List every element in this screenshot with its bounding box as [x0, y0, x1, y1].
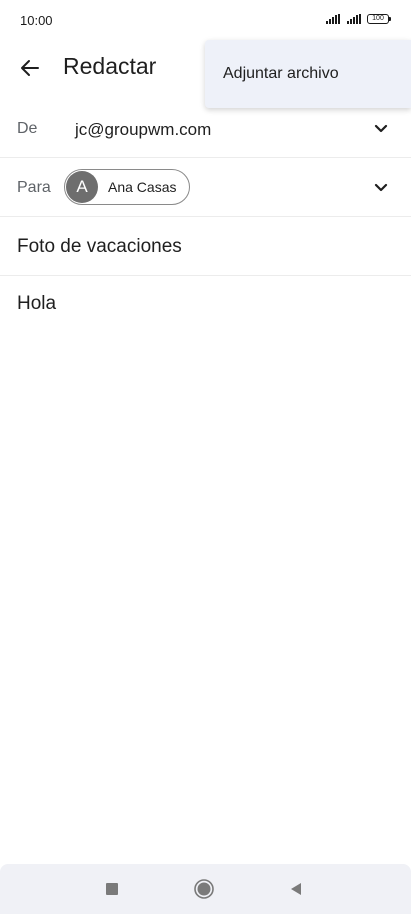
- from-row: De jc@groupwm.com: [0, 100, 411, 158]
- body-field[interactable]: Hola: [17, 293, 56, 315]
- battery-icon: 100: [367, 14, 391, 24]
- chevron-down-icon: [374, 183, 388, 192]
- recipient-name: Ana Casas: [108, 179, 177, 195]
- recents-button[interactable]: [100, 877, 124, 901]
- back-button[interactable]: [14, 52, 46, 84]
- to-expand-button[interactable]: [371, 178, 391, 198]
- signal-icon: [326, 14, 340, 24]
- recipient-chip[interactable]: A Ana Casas: [64, 169, 190, 205]
- status-icons: 100: [326, 14, 391, 24]
- to-row: Para A Ana Casas: [0, 158, 411, 217]
- signal-icon-2: [347, 14, 361, 24]
- arrow-back-icon: [21, 60, 39, 76]
- navigation-bar: [0, 864, 411, 914]
- from-expand-button[interactable]: [371, 119, 391, 139]
- recents-icon: [106, 883, 118, 895]
- subject-row: Foto de vacaciones: [0, 217, 411, 276]
- home-button[interactable]: [192, 877, 216, 901]
- battery-level: 100: [372, 15, 384, 22]
- page-title: Redactar: [63, 53, 157, 79]
- from-account[interactable]: jc@groupwm.com: [75, 120, 211, 140]
- home-icon: [194, 879, 214, 899]
- menu-item-attach-file[interactable]: Adjuntar archivo: [223, 65, 339, 83]
- avatar: A: [66, 171, 98, 203]
- overflow-menu: Adjuntar archivo: [205, 40, 411, 108]
- status-bar: 10:00 100: [0, 0, 411, 40]
- from-label: De: [17, 120, 38, 137]
- back-icon: [291, 883, 301, 895]
- chevron-down-icon: [374, 124, 388, 133]
- subject-field[interactable]: Foto de vacaciones: [17, 236, 182, 258]
- to-label: Para: [17, 179, 51, 196]
- nav-back-button[interactable]: [284, 877, 308, 901]
- status-time: 10:00: [20, 13, 53, 28]
- compose-screen: 10:00 100 Redactar Adjuntar archivo De j…: [0, 0, 411, 914]
